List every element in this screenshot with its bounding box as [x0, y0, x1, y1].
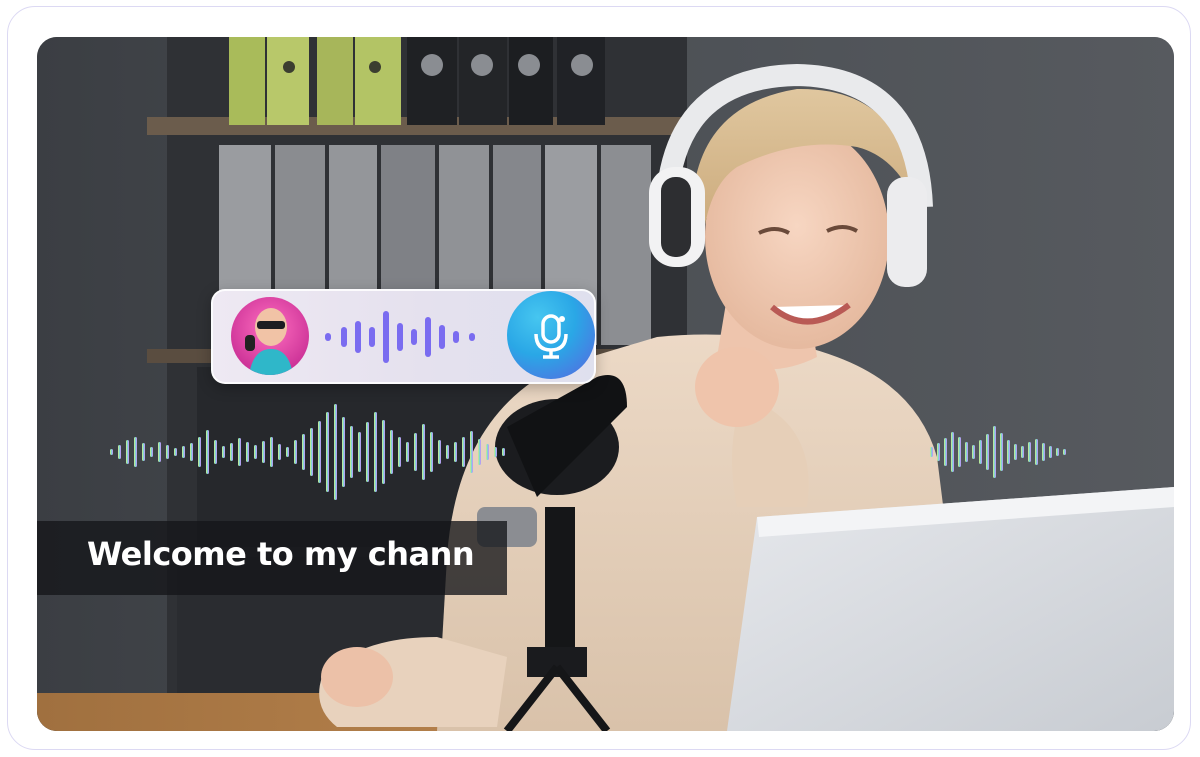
voice-changer-widget [211, 289, 596, 384]
podcast-scene-image [37, 37, 1174, 731]
subtitle-text: Welcome to my chann [87, 535, 475, 573]
podcast-photo [37, 37, 1174, 731]
microphone-icon [534, 314, 568, 359]
subtitle-caption-bar: Welcome to my chann [37, 521, 507, 595]
microphone-button[interactable] [507, 291, 595, 379]
audio-waveform-icon [325, 311, 475, 363]
audio-waveform-overlay [110, 404, 1066, 500]
singer-avatar-icon [231, 297, 309, 375]
